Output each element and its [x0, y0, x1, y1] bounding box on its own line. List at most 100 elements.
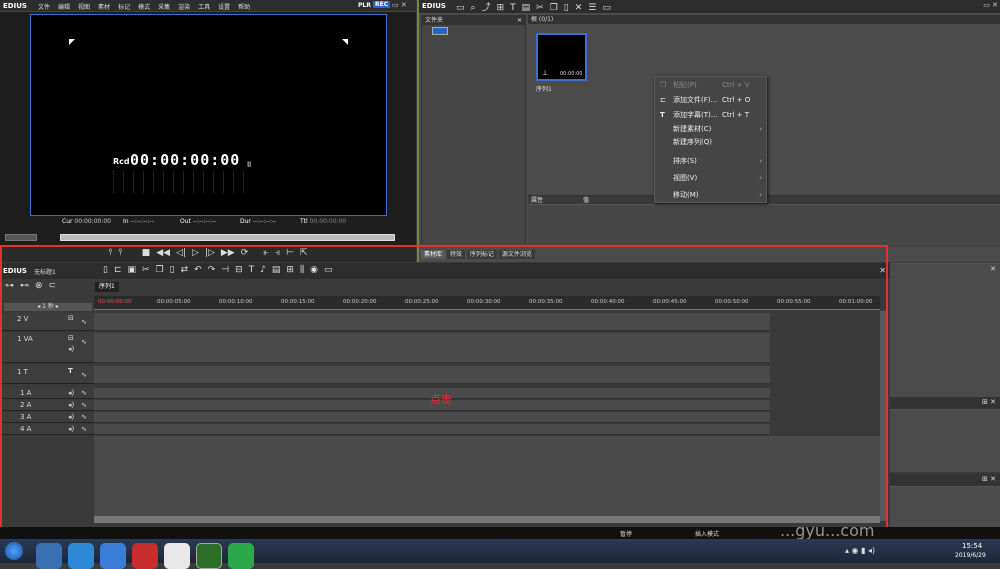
clip-thumbnail[interactable]: 00:00:00 ⊥ — [536, 33, 587, 81]
track-header-1va[interactable]: 1 VA ⊟ ◂) ∿ — [0, 333, 94, 363]
step-back-icon[interactable]: ◁| — [176, 248, 186, 258]
menu-edit[interactable]: 编辑 — [58, 4, 70, 11]
track-header-1a[interactable]: 1 A ◂) ∿ — [0, 388, 94, 399]
track-tool-2-icon[interactable]: ⊷ — [20, 281, 29, 291]
time-ruler[interactable]: 00:00:00:00 00:00:05:00 00:00:10:00 00:0… — [94, 296, 880, 310]
vertical-scrollbar[interactable] — [880, 311, 888, 521]
menu-tools[interactable]: 工具 — [198, 4, 210, 11]
start-button[interactable] — [5, 542, 23, 560]
folder-root-item[interactable] — [432, 27, 448, 35]
track-header-2a[interactable]: 2 A ◂) ∿ — [0, 400, 94, 411]
speaker-icon[interactable]: ◂) — [68, 345, 74, 353]
side-close-icon[interactable]: ✕ — [990, 265, 996, 273]
menu-view[interactable]: 视图 — [78, 4, 90, 11]
paste-icon[interactable]: ▯ — [170, 265, 175, 275]
cut-icon[interactable]: ✂ — [142, 265, 150, 275]
properties-icon[interactable]: ☰ — [588, 3, 596, 13]
stop-icon[interactable]: ■ — [142, 248, 151, 258]
step-forward-icon[interactable]: |▷ — [205, 248, 215, 258]
menu-item-move[interactable]: 移动(M) › — [655, 187, 766, 204]
folder-close-icon[interactable]: ✕ — [517, 16, 522, 25]
track-lane-2v[interactable] — [94, 313, 770, 331]
speaker-icon[interactable]: ◂) — [68, 401, 74, 409]
track-link-icon[interactable]: ∿ — [81, 413, 87, 421]
title-icon[interactable]: T — [249, 265, 255, 275]
cut-icon[interactable]: ✂ — [536, 3, 544, 13]
sync-icon[interactable]: ⊟ — [235, 265, 243, 275]
track-header-3a[interactable]: 3 A ◂) ∿ — [0, 412, 94, 423]
track-link-icon[interactable]: ∿ — [81, 401, 87, 409]
paste-icon[interactable]: ▯ — [564, 3, 569, 13]
set-out-icon[interactable]: ⫯ — [119, 248, 123, 258]
menu-item-view[interactable]: 视图(V) › — [655, 170, 766, 187]
speaker-icon[interactable]: ◂) — [68, 413, 74, 421]
clock-date[interactable]: 2019/6/29 — [955, 552, 986, 559]
plr-button[interactable]: PLR — [358, 2, 371, 9]
search-icon[interactable]: ⌕ — [471, 3, 476, 13]
color-icon[interactable]: ▤ — [272, 265, 281, 275]
insert-icon[interactable]: ⫦ — [264, 248, 269, 258]
sogou-icon[interactable] — [68, 543, 94, 569]
menu-render[interactable]: 渲染 — [178, 4, 190, 11]
side-bottom-buttons[interactable]: ⊞ ✕ — [982, 475, 996, 483]
tab-source-browser[interactable]: 源文件浏览 — [498, 250, 535, 259]
window-buttons[interactable]: ▭ ✕ — [392, 1, 407, 9]
track-link-icon[interactable]: ∿ — [81, 425, 87, 433]
menu-file[interactable]: 文件 — [38, 4, 50, 11]
qq-browser-icon[interactable] — [164, 543, 190, 569]
open-icon[interactable]: ⊏ — [114, 265, 122, 275]
fast-forward-icon[interactable]: ▶▶ — [221, 248, 235, 258]
edius-task-icon[interactable] — [196, 543, 222, 569]
side-mid-buttons[interactable]: ⊞ ✕ — [982, 398, 996, 406]
track-lane-4a[interactable] — [94, 424, 770, 435]
mixer-icon[interactable]: ⫼ — [300, 265, 304, 275]
view-icon[interactable]: ▭ — [602, 3, 611, 13]
replace-icon[interactable]: ⇄ — [181, 265, 189, 275]
play-icon[interactable]: ▷ — [192, 248, 199, 258]
new-project-icon[interactable]: ▯ — [103, 265, 108, 275]
menu-item-new-clip[interactable]: 新建素材(C) › — [655, 123, 766, 136]
track-link-icon[interactable]: ∿ — [81, 371, 87, 379]
set-in-icon[interactable]: ⫯ — [109, 248, 113, 258]
menu-item-add-title[interactable]: T 添加字幕(T)... Ctrl + T — [655, 108, 766, 123]
tab-effects[interactable]: 特效 — [446, 250, 465, 259]
baidu-netdisk-icon[interactable] — [100, 543, 126, 569]
export-icon[interactable]: ⇱ — [300, 248, 308, 258]
menu-clip[interactable]: 素材 — [98, 4, 110, 11]
render-icon[interactable]: ▭ — [324, 265, 333, 275]
record-icon[interactable]: ◉ — [310, 265, 318, 275]
speaker-icon[interactable]: ◂) — [68, 389, 74, 397]
loop-icon[interactable]: ⟳ — [241, 248, 249, 258]
speaker-icon[interactable]: ◂) — [68, 425, 74, 433]
track-lane-1t[interactable] — [94, 366, 770, 384]
track-visibility-icon[interactable]: ⊟ — [68, 334, 74, 342]
track-link-icon[interactable]: ∿ — [81, 338, 87, 346]
track-link-icon[interactable]: ∿ — [81, 389, 87, 397]
ie-icon[interactable] — [36, 543, 62, 569]
clock-time[interactable]: 15:54 — [962, 542, 982, 550]
timeline-close-icon[interactable]: ✕ — [879, 266, 886, 275]
track-tool-4-icon[interactable]: ⊂ — [49, 281, 57, 291]
save-icon[interactable]: ▣ — [128, 265, 137, 275]
track-visibility-icon[interactable]: ⊟ — [68, 314, 74, 322]
copy-icon[interactable]: ❐ — [156, 265, 164, 275]
horizontal-scrollbar[interactable] — [94, 516, 880, 523]
menu-marker[interactable]: 标记 — [118, 4, 130, 11]
ripple-icon[interactable]: ⊣ — [221, 265, 229, 275]
menu-capture[interactable]: 采集 — [158, 4, 170, 11]
track-header-1t[interactable]: 1 T T ∿ — [0, 366, 94, 384]
folder-icon[interactable]: ▭ — [456, 3, 465, 13]
scale-control[interactable]: ◂ 1 秒 ▸ — [4, 303, 92, 311]
sequence-tab[interactable]: 序列1 — [95, 282, 119, 292]
tab-markers[interactable]: 序列标记 — [466, 250, 497, 259]
up-icon[interactable]: ⤴ — [482, 0, 491, 13]
menu-settings[interactable]: 设置 — [218, 4, 230, 11]
marker-icon[interactable]: ⊢ — [286, 248, 294, 258]
wechat-icon[interactable] — [228, 543, 254, 569]
menu-item-paste[interactable]: ❐ 粘贴(P) Ctrl + V — [655, 78, 766, 93]
track-tool-3-icon[interactable]: ⊗ — [35, 281, 43, 291]
bin-window-buttons[interactable]: ▭ ✕ — [983, 1, 998, 9]
add-clip-icon[interactable]: ⊞ — [497, 3, 505, 13]
title-icon[interactable]: T — [510, 3, 516, 13]
menu-help[interactable]: 帮助 — [238, 4, 250, 11]
